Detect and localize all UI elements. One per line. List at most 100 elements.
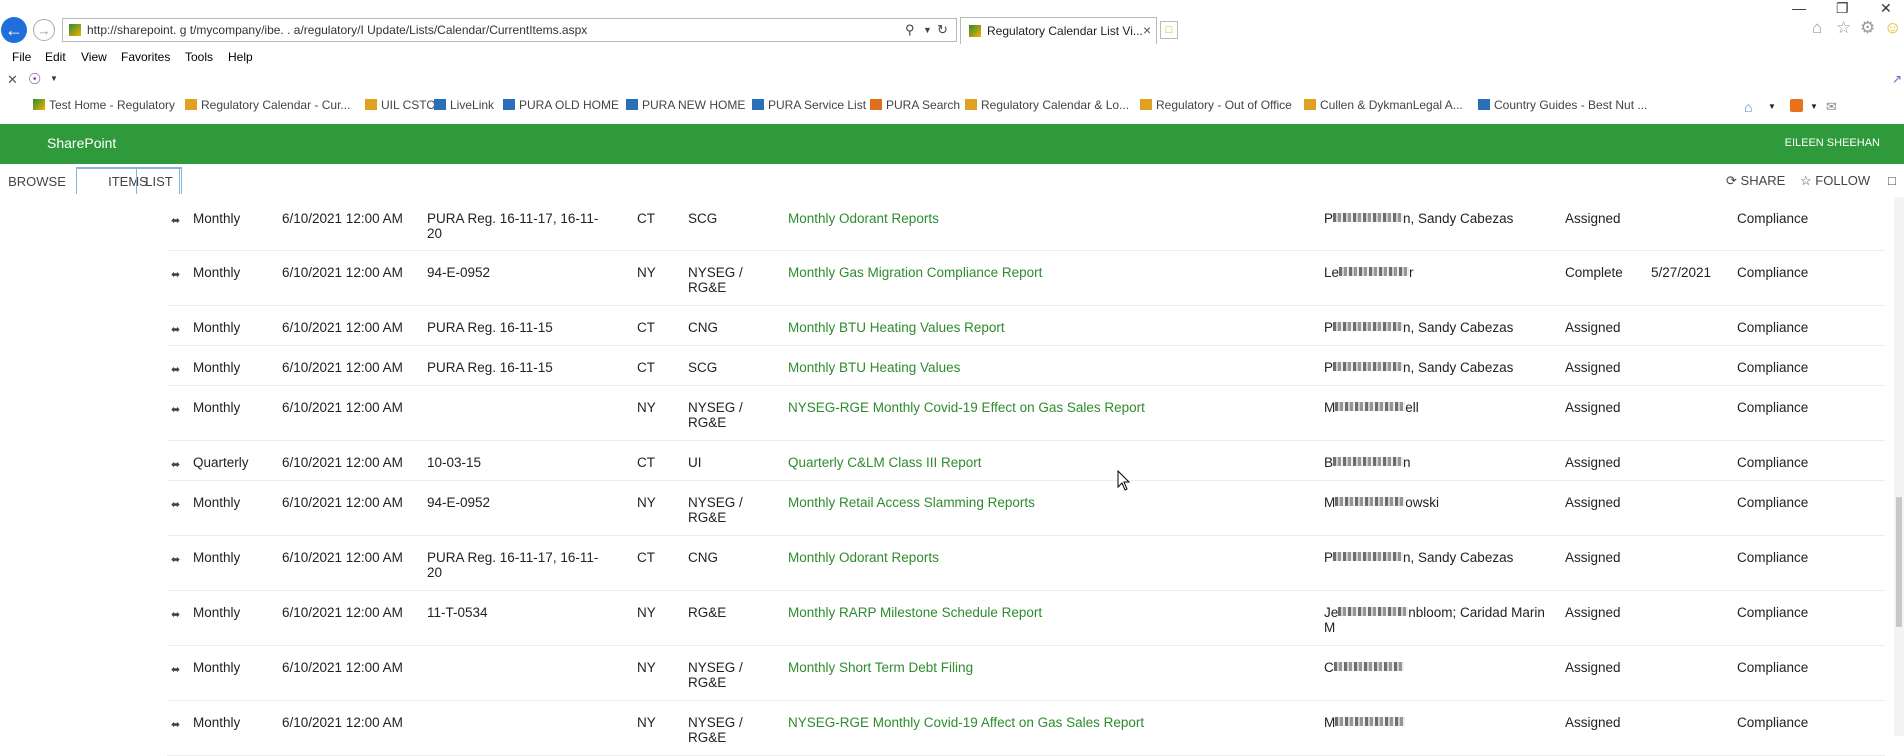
back-arrow-icon[interactable]: ← — [1, 17, 27, 43]
favorites-bar-item[interactable]: Regulatory Calendar & Lo... — [965, 98, 1129, 112]
table-row[interactable]: ⬌ Quarterly 6/10/2021 12:00 AM 10-03-15 CT UI… — [167, 441, 1885, 481]
close-tab-icon[interactable]: × — [1143, 22, 1151, 38]
item-title-link[interactable]: NYSEG-RGE Monthly Covid-19 Affect on Gas… — [788, 715, 1144, 730]
new-tab-icon[interactable]: □ — [1160, 21, 1178, 39]
item-link-icon[interactable]: ⬌ — [171, 323, 180, 338]
table-row[interactable]: ⬌ Monthly 6/10/2021 12:00 AM 94-E-0952 NY NYS… — [167, 251, 1885, 306]
tab-list[interactable]: LIST — [136, 167, 182, 194]
tab-browse[interactable]: BROWSE — [4, 170, 70, 192]
chevron-down-icon[interactable]: ▼ — [923, 25, 932, 35]
share-button[interactable]: ⟳ SHARE — [1726, 173, 1785, 189]
cell-co: NYSEG / RG&E — [688, 495, 743, 525]
item-title-link[interactable]: Monthly RARP Milestone Schedule Report — [788, 605, 1042, 620]
favorites-bar-item[interactable]: Regulatory Calendar - Cur... — [185, 98, 350, 112]
favorites-star-icon[interactable]: ☆ — [1836, 18, 1851, 38]
table-row[interactable]: ⬌ Monthly 6/10/2021 12:00 AM PURA Reg. 16-1… — [167, 346, 1885, 386]
item-link-icon[interactable]: ⬌ — [171, 363, 180, 378]
item-link-icon[interactable]: ⬌ — [171, 608, 180, 623]
table-row[interactable]: ⬌ Monthly 6/10/2021 12:00 AM PURA Reg. 16-1… — [167, 306, 1885, 346]
item-title-link[interactable]: Monthly Short Term Debt Filing — [788, 660, 973, 675]
cell-dept: Compliance — [1737, 715, 1809, 730]
table-row[interactable]: ⬌ Monthly 6/10/2021 12:00 AM PURA Reg. 16-1… — [167, 197, 1885, 251]
gear-icon[interactable]: ⚙ — [1860, 18, 1875, 38]
item-link-icon[interactable]: ⬌ — [171, 498, 180, 513]
favorites-bar-item[interactable]: Regulatory - Out of Office — [1140, 98, 1292, 112]
cell-assigned-to: Bn — [1324, 455, 1411, 470]
item-link-icon[interactable]: ⬌ — [171, 718, 180, 733]
favorites-bar-item[interactable]: Country Guides - Best Nut ... — [1478, 98, 1647, 112]
favorites-bar-item[interactable]: PURA Search — [870, 98, 960, 112]
menu-favorites[interactable]: Favorites — [121, 50, 170, 64]
table-row[interactable]: ⬌ Monthly 6/10/2021 12:00 AM 11-T-0534 NY RG&… — [167, 591, 1885, 646]
chevron-down-icon[interactable]: ▼ — [50, 74, 58, 83]
table-row[interactable]: ⬌ Monthly 6/10/2021 12:00 AM NY NYSEG / RG&E… — [167, 646, 1885, 701]
cell-assigned-to: M — [1324, 715, 1406, 730]
url-text[interactable]: http://sharepoint. g t/mycompany/ibe. . … — [87, 23, 587, 37]
smiley-icon[interactable]: ☺ — [1884, 18, 1901, 38]
cell-co: CNG — [688, 320, 718, 335]
cell-ref: PURA Reg. 16-11-17, 16-11- 20 — [427, 550, 599, 580]
menu-edit[interactable]: Edit — [45, 50, 66, 64]
cell-co: NYSEG / RG&E — [688, 265, 743, 295]
vertical-scrollbar[interactable] — [1894, 197, 1904, 736]
chevron-down-icon[interactable]: ▼ — [1810, 102, 1818, 111]
item-title-link[interactable]: Monthly BTU Heating Values — [788, 360, 960, 375]
favorites-bar-item[interactable]: UIL CSTO — [365, 98, 436, 112]
item-title-link[interactable]: Quarterly C&LM Class III Report — [788, 455, 982, 470]
scrollbar-thumb[interactable] — [1896, 497, 1902, 627]
menu-view[interactable]: View — [81, 50, 107, 64]
expand-icon[interactable]: ↗ — [1892, 72, 1902, 86]
focus-icon[interactable]: □ — [1888, 173, 1896, 188]
item-link-icon[interactable]: ⬌ — [171, 553, 180, 568]
address-bar[interactable]: http://sharepoint. g t/mycompany/ibe. . … — [62, 18, 957, 42]
forward-arrow-icon[interactable]: → — [33, 19, 55, 41]
cell-dept: Compliance — [1737, 400, 1809, 415]
item-title-link[interactable]: Monthly Odorant Reports — [788, 550, 939, 565]
rss-icon[interactable] — [1790, 99, 1803, 112]
home-icon[interactable]: ⌂ — [1744, 99, 1752, 115]
user-menu[interactable]: EILEEN SHEEHAN — [1785, 137, 1880, 149]
table-row[interactable]: ⬌ Monthly 6/10/2021 12:00 AM NY NYSEG / RG&E… — [167, 386, 1885, 441]
minimize-icon[interactable]: — — [1792, 0, 1806, 16]
home-icon[interactable]: ⌂ — [1812, 18, 1822, 38]
menu-file[interactable]: File — [12, 50, 31, 64]
tab-regulatory-calendar[interactable]: Regulatory Calendar List Vi... × — [960, 17, 1157, 44]
table-row[interactable]: ⬌ Monthly 6/10/2021 12:00 AM 94-E-0952 NY NYS… — [167, 481, 1885, 536]
assigned-suffix: n, Sandy Cabezas — [1403, 550, 1514, 565]
favorites-bar-item[interactable]: PURA OLD HOME — [503, 98, 619, 112]
redacted-name — [1335, 717, 1406, 726]
table-row[interactable]: ⬌ Monthly 6/10/2021 12:00 AM PURA Reg. 16-1… — [167, 536, 1885, 591]
favorites-bar-item[interactable]: LiveLink — [434, 98, 494, 112]
item-title-link[interactable]: Monthly Retail Access Slamming Reports — [788, 495, 1035, 510]
mail-icon[interactable]: ✉ — [1826, 99, 1837, 115]
item-link-icon[interactable]: ⬌ — [171, 268, 180, 283]
item-link-icon[interactable]: ⬌ — [171, 214, 180, 229]
item-title-link[interactable]: Monthly Gas Migration Compliance Report — [788, 265, 1042, 280]
item-title-link[interactable]: Monthly Odorant Reports — [788, 211, 939, 226]
favorites-bar-item[interactable]: Cullen & DykmanLegal A... — [1304, 98, 1463, 112]
redacted-name — [1333, 552, 1404, 561]
favorites-bar-item[interactable]: PURA Service List — [752, 98, 866, 112]
menu-tools[interactable]: Tools — [185, 50, 213, 64]
item-title-link[interactable]: NYSEG-RGE Monthly Covid-19 Effect on Gas… — [788, 400, 1145, 415]
item-title-link[interactable]: Monthly BTU Heating Values Report — [788, 320, 1005, 335]
menu-help[interactable]: Help — [228, 50, 253, 64]
close-window-icon[interactable]: ✕ — [1880, 0, 1892, 17]
item-link-icon[interactable]: ⬌ — [171, 458, 180, 473]
chevron-down-icon[interactable]: ▼ — [1768, 102, 1776, 111]
add-on-icon[interactable]: ☉ — [28, 70, 41, 88]
table-row[interactable]: ⬌ Monthly 6/10/2021 12:00 AM NY NYSEG / RG&E… — [167, 701, 1885, 756]
favorites-bar-item[interactable]: PURA NEW HOME — [626, 98, 745, 112]
cell-date: 6/10/2021 12:00 AM — [282, 660, 403, 675]
close-icon[interactable]: ✕ — [7, 72, 18, 88]
cell-date: 6/10/2021 12:00 AM — [282, 715, 403, 730]
redacted-name — [1335, 497, 1406, 506]
follow-button[interactable]: ☆ FOLLOW — [1800, 173, 1870, 189]
refresh-icon[interactable]: ↻ — [937, 22, 948, 38]
item-link-icon[interactable]: ⬌ — [171, 403, 180, 418]
sharepoint-brand-link[interactable]: SharePoint — [47, 135, 116, 151]
search-icon[interactable]: ⚲ — [905, 22, 915, 38]
item-link-icon[interactable]: ⬌ — [171, 663, 180, 678]
restore-icon[interactable]: ❐ — [1836, 0, 1849, 17]
favorites-bar-item[interactable]: Test Home - Regulatory — [33, 98, 175, 112]
